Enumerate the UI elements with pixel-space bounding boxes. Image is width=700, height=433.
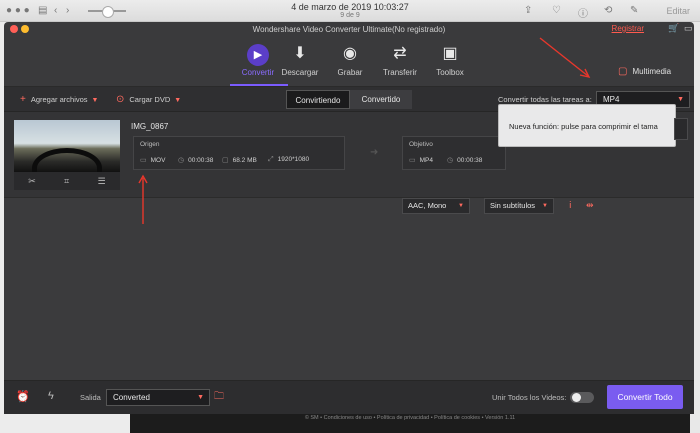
- annotation-arrow-down-right: [539, 37, 591, 79]
- annotation-arrow-up: [138, 174, 148, 224]
- annotation-arrows: [138, 37, 591, 224]
- footer: © SM • Condiciones de uso • Política de …: [130, 414, 690, 433]
